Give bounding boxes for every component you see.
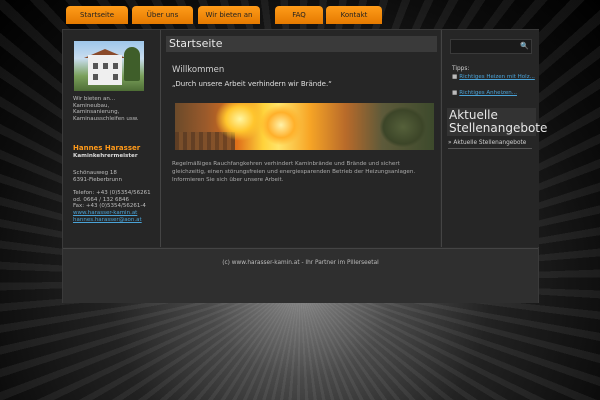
page-title: Startseite: [166, 36, 437, 52]
tips-label: Tipps:: [452, 66, 470, 72]
bullet-icon: ■: [452, 74, 458, 80]
phone-line: Telefon: +43 (0)5354/56261: [73, 190, 151, 196]
address-block: Schönauweg 18 6391-Fieberbrunn: [73, 170, 122, 183]
intro-paragraph: Regelmäßiges Rauchfangkehren verhindert …: [172, 161, 416, 183]
quote-text: „Durch unsere Arbeit verhindern wir Brän…: [172, 80, 332, 88]
nav-tab-wir-bieten-an[interactable]: Wir bieten an: [198, 6, 260, 24]
offer-line: Kaminausschleifen usw.: [73, 115, 139, 122]
search-box[interactable]: 🔍: [450, 39, 532, 54]
tip-link-anheizen[interactable]: Richtiges Anheizen...: [459, 90, 517, 96]
website-link[interactable]: www.harasser-kamin.at: [73, 210, 142, 217]
jobs-link[interactable]: » Aktuelle Stellenangebote: [448, 140, 532, 149]
fax-line: Fax: +43 (0)5354/56261-4: [73, 203, 146, 209]
house-window: [93, 63, 98, 69]
nav-tab-ueber-uns[interactable]: Über uns: [132, 6, 193, 24]
house-window: [93, 74, 98, 80]
owner-name: Hannes Harasser: [73, 144, 141, 152]
owner-profession: Kaminkehrermeister: [73, 153, 138, 159]
nav-tab-faq[interactable]: FAQ: [275, 6, 323, 24]
tip-item: ■ Richtiges Heizen mit Holz...: [452, 74, 535, 81]
fire-tree: [380, 107, 426, 147]
fire-banner-image: [175, 103, 434, 150]
offer-text: Wir bieten an... Kamineubau, Kaminsanier…: [73, 96, 138, 122]
left-sidebar: Wir bieten an... Kamineubau, Kaminsanier…: [63, 30, 161, 247]
house-window: [103, 63, 108, 69]
right-sidebar: 🔍 Tipps: ■ Richtiges Heizen mit Holz... ■…: [441, 30, 548, 247]
house-photo: [74, 41, 144, 91]
bullet-icon: ■: [452, 90, 458, 96]
nav-tab-startseite[interactable]: Startseite: [66, 6, 128, 24]
footer: (c) www.harasser-kamin.at - Ihr Partner …: [63, 248, 538, 303]
contact-links: www.harasser-kamin.at hannes.harasser@ao…: [73, 210, 142, 223]
search-icon[interactable]: 🔍: [520, 42, 529, 50]
jobs-link-label: Aktuelle Stellenangebote: [453, 140, 527, 146]
house-window: [113, 74, 118, 80]
nav-tab-kontakt[interactable]: Kontakt: [326, 6, 382, 24]
fire-flame: [215, 103, 265, 141]
address-line: 6391-Fieberbrunn: [73, 176, 123, 183]
house-window: [113, 63, 118, 69]
email-link[interactable]: hannes.harasser@aon.at: [73, 217, 142, 224]
fire-flame: [260, 105, 302, 145]
footer-text: (c) www.harasser-kamin.at - Ihr Partner …: [222, 260, 379, 266]
welcome-heading: Willkommen: [172, 65, 225, 75]
phone-block: Telefon: +43 (0)5354/56261 od. 0664 / 13…: [73, 190, 151, 210]
page-container: Wir bieten an... Kamineubau, Kaminsanier…: [62, 29, 548, 303]
address-line: Schönauweg 18: [73, 170, 117, 176]
house-wall: [88, 55, 122, 85]
tip-link-holz[interactable]: Richtiges Heizen mit Holz...: [459, 74, 535, 80]
house-tree: [124, 47, 140, 81]
main-content: Startseite Willkommen „Durch unsere Arbe…: [161, 30, 440, 247]
tip-item: ■ Richtiges Anheizen...: [452, 90, 517, 97]
jobs-heading: Aktuelle Stellenangebote: [447, 108, 548, 136]
